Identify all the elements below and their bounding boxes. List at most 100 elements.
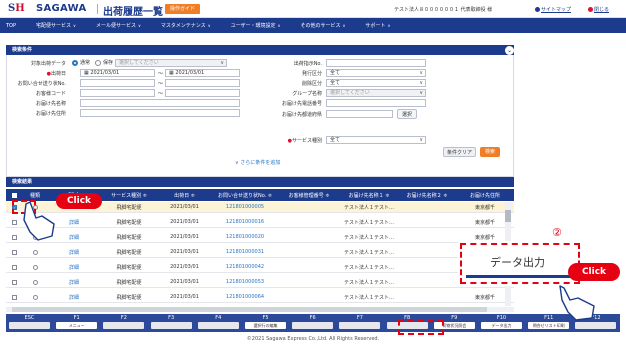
function-key-f7[interactable]: F7 <box>336 314 383 332</box>
row-radio[interactable] <box>32 294 38 300</box>
radio-normal[interactable] <box>72 59 78 66</box>
detail-link[interactable]: 詳細 <box>47 264 101 271</box>
nav-item[interactable]: メール便サービス ∨ <box>96 22 141 29</box>
search-button[interactable]: 検索 <box>480 147 500 157</box>
column-header[interactable]: お届け先名称１ ≑ <box>340 192 398 199</box>
table-row[interactable]: 詳細 飛脚宅配便 2021/03/01 121801000016 テスト法人１テスト… 東… <box>6 217 514 228</box>
customer-addr-input[interactable] <box>80 109 240 117</box>
function-key-button[interactable] <box>575 322 617 329</box>
inquiry-number-link[interactable]: 121801000064 <box>212 294 278 300</box>
h-scrollbar-thumb[interactable] <box>12 307 487 312</box>
date-from-input[interactable]: ▦ 2021/03/01 <box>80 69 155 77</box>
table-cell: 飛脚宅配便 <box>116 204 142 211</box>
detail-link[interactable]: 詳細 <box>47 279 101 286</box>
table-row[interactable]: 詳細飛脚宅配便2021/03/01121801000053テスト法人１テスト…東… <box>6 277 514 288</box>
nav-item[interactable]: ユーザー・環境設定 ∨ <box>231 22 281 29</box>
function-key-f6[interactable]: F6 <box>289 314 336 332</box>
column-header[interactable]: お客様管理番号 ≑ <box>278 192 340 199</box>
function-key-label: F3 <box>168 315 175 321</box>
function-key-f1[interactable]: F1 メニュー <box>53 314 100 332</box>
function-key-button[interactable] <box>9 322 50 329</box>
inquiry-number-link[interactable]: 121801000005 <box>212 204 278 210</box>
row-checkbox[interactable] <box>12 234 17 240</box>
function-key-button[interactable]: データ出力 <box>481 322 522 329</box>
close-link[interactable]: 閉じる <box>588 6 609 13</box>
select-all-checkbox[interactable] <box>12 192 17 198</box>
function-key-button[interactable]: 選択行の編集 <box>245 322 286 329</box>
row-checkbox[interactable] <box>12 294 17 300</box>
function-key-esc[interactable]: ESC <box>6 314 53 332</box>
row-checkbox[interactable] <box>12 249 17 255</box>
phone-input[interactable] <box>326 99 426 107</box>
row-radio[interactable] <box>32 249 38 255</box>
function-key-button[interactable] <box>103 322 145 329</box>
chevron-down-icon: ∨ <box>419 70 423 76</box>
sitemap-link[interactable]: サイトマップ <box>535 6 571 13</box>
inquiry-number-link[interactable]: 121801000031 <box>212 249 278 255</box>
inquiry-number-link[interactable]: 121801000020 <box>212 234 278 240</box>
print-select[interactable]: 全て ∨ <box>326 69 426 77</box>
column-header[interactable]: お問い合せ送り状No. ≑ <box>212 192 278 199</box>
column-header[interactable]: お届け先名称２ ≑ <box>398 192 456 199</box>
table-row[interactable]: 詳細飛脚宅配便2021/03/01121801000042テスト法人１テスト…東… <box>6 262 514 273</box>
function-key-button[interactable] <box>292 322 334 329</box>
sitemap-label: サイトマップ <box>541 7 572 13</box>
customer-code-from-input[interactable] <box>80 89 155 97</box>
nav-item[interactable]: その他のサービス ∨ <box>300 22 345 29</box>
inquiry-number-link[interactable]: 121801000042 <box>212 264 278 270</box>
radio-save[interactable] <box>95 59 102 66</box>
detail-link[interactable]: 詳細 <box>47 249 101 256</box>
saved-select[interactable]: 選択してください ∨ <box>115 59 227 67</box>
group-select[interactable]: 選択してください ∨ <box>326 89 426 97</box>
function-key-f5[interactable]: F5 選択行の編集 <box>242 314 289 332</box>
column-header[interactable]: 種類 <box>23 192 47 199</box>
function-key-button[interactable] <box>339 322 381 329</box>
table-cell: 2021/03/01 <box>170 219 199 225</box>
row-radio[interactable] <box>32 264 38 270</box>
function-key-button[interactable] <box>197 322 239 329</box>
column-header[interactable]: 出荷日 ≑ <box>157 192 212 199</box>
nav-item[interactable]: TOP <box>6 23 16 29</box>
add-condition-link[interactable]: ∨ さらに条件を追加 <box>235 159 280 166</box>
collapse-icon[interactable]: ⌄ <box>505 46 514 55</box>
inquiry-number-link[interactable]: 121801000016 <box>212 219 278 225</box>
inquiry-to-input[interactable] <box>165 79 240 87</box>
function-key-f2[interactable]: F2 <box>100 314 147 332</box>
table-row[interactable]: 詳細飛脚宅配便2021/03/01121801000031テスト法人１テスト…東… <box>6 247 514 258</box>
clear-button[interactable]: 条件クリア <box>443 147 476 157</box>
inquiry-from-input[interactable] <box>80 79 155 87</box>
nav-item[interactable]: マスタメンテナンス ∨ <box>161 22 211 29</box>
nav-item[interactable]: 宅配便サービス ∨ <box>36 22 76 29</box>
nav-item[interactable]: サポート ∨ <box>365 22 390 29</box>
area-input[interactable] <box>326 110 393 118</box>
service-select[interactable]: 全て ∨ <box>326 136 426 144</box>
customer-code-to-input[interactable] <box>165 89 240 97</box>
print-label: 発行区分 <box>301 71 322 77</box>
table-row[interactable]: 詳細 飛脚宅配便 2021/03/01 121801000064 テスト法人１テスト… 東… <box>6 292 514 303</box>
row-checkbox[interactable] <box>12 219 17 225</box>
function-key-f10[interactable]: F10 データ出力 <box>478 314 525 332</box>
column-header[interactable] <box>6 192 23 198</box>
area-select-button[interactable]: 選択 <box>397 109 417 119</box>
function-key-f3[interactable]: F3 <box>148 314 195 332</box>
customer-name-input[interactable] <box>80 99 240 107</box>
row-checkbox[interactable] <box>12 264 17 270</box>
data-output-popup[interactable]: データ出力 <box>460 243 580 284</box>
row-checkbox[interactable] <box>12 279 17 285</box>
column-header[interactable]: お届け先住所 <box>456 192 514 199</box>
phone-label: お届け先電話番号 <box>281 101 322 107</box>
column-header[interactable]: サービス種別 ≑ <box>101 192 157 199</box>
guide-button[interactable]: 操作ガイド <box>165 4 201 14</box>
function-key-f4[interactable]: F4 <box>195 314 242 332</box>
scrollbar-thumb[interactable] <box>505 210 511 222</box>
table-row[interactable]: 詳細 飛脚宅配便 2021/03/01 121801000020 テスト法人１テスト… 東… <box>6 232 514 243</box>
function-key-button[interactable]: メニュー <box>56 322 98 329</box>
detail-link[interactable]: 詳細 <box>47 294 101 301</box>
row-radio[interactable] <box>32 279 38 285</box>
function-key-button[interactable]: 問合せリスト印刷 <box>528 322 570 329</box>
manifest-input[interactable] <box>326 59 426 67</box>
function-key-button[interactable] <box>150 322 192 329</box>
inquiry-number-link[interactable]: 121801000053 <box>212 279 278 285</box>
date-to-input[interactable]: ▦ 2021/03/01 <box>165 69 240 77</box>
delete-select[interactable]: 全て ∨ <box>326 79 426 87</box>
